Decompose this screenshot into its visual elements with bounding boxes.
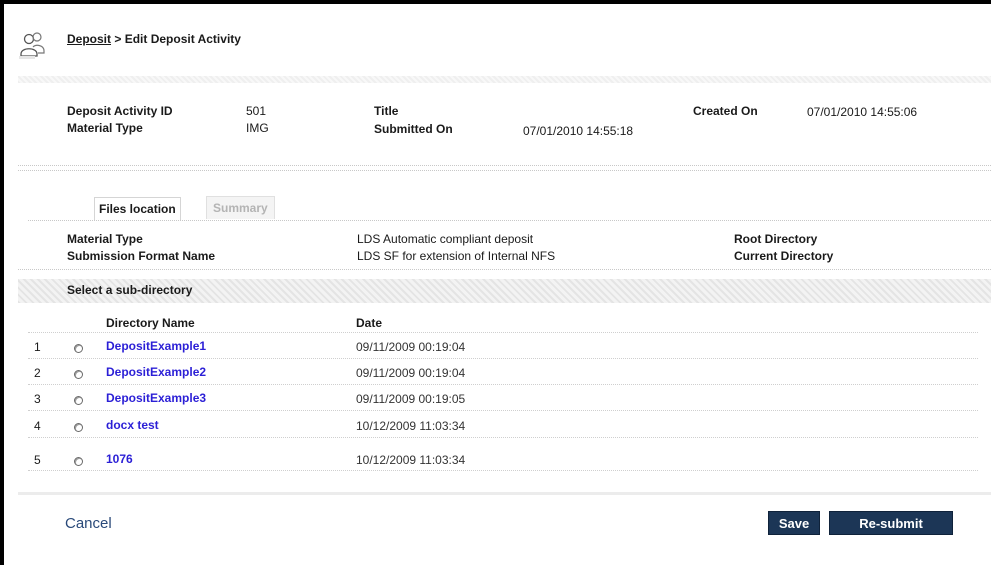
directory-date: 09/11/2009 00:19:04	[356, 366, 466, 380]
row-divider	[28, 384, 978, 385]
column-header-directory-name: Directory Name	[106, 316, 195, 330]
row-radio[interactable]	[74, 370, 83, 379]
info-divider	[18, 165, 991, 166]
subdirectory-title: Select a sub-directory	[67, 283, 193, 297]
submitted-on-label: Submitted On	[374, 122, 453, 136]
column-header-date: Date	[356, 316, 383, 330]
row-number: 5	[34, 453, 41, 467]
directory-link[interactable]: 1076	[106, 452, 133, 466]
resubmit-button[interactable]: Re-submit	[829, 511, 953, 535]
current-directory-label: Current Directory	[734, 249, 834, 263]
row-divider	[28, 470, 978, 471]
directory-link[interactable]: DepositExample2	[106, 365, 206, 379]
row-number: 3	[34, 392, 41, 406]
info-material-type-label: Material Type	[67, 121, 143, 135]
fl-submission-format-value: LDS SF for extension of Internal NFS	[357, 249, 556, 263]
window-frame-left	[0, 0, 4, 565]
directory-link[interactable]: docx test	[106, 418, 159, 432]
directory-link[interactable]: DepositExample1	[106, 339, 206, 353]
tab-divider	[28, 220, 991, 221]
deposit-activity-id-value: 501	[246, 104, 267, 118]
title-label: Title	[374, 104, 399, 118]
row-divider	[28, 437, 978, 438]
fl-material-type-label: Material Type	[67, 232, 143, 246]
directory-date: 09/11/2009 00:19:05	[356, 392, 466, 406]
save-button[interactable]: Save	[768, 511, 820, 535]
tab-files-location[interactable]: Files location	[94, 197, 181, 220]
fl-submission-format-label: Submission Format Name	[67, 249, 216, 263]
row-number: 1	[34, 340, 41, 354]
fl-material-type-value: LDS Automatic compliant deposit	[357, 232, 534, 246]
root-directory-label: Root Directory	[734, 232, 818, 246]
row-divider	[28, 358, 978, 359]
header-divider	[18, 76, 991, 83]
info-divider-2	[18, 170, 991, 171]
breadcrumb-link-deposit[interactable]: Deposit	[67, 32, 111, 46]
breadcrumb-separator: >	[111, 32, 125, 46]
tab-summary[interactable]: Summary	[206, 196, 275, 219]
info-material-type-value: IMG	[246, 121, 269, 135]
cancel-link[interactable]: Cancel	[65, 515, 112, 532]
row-number: 2	[34, 366, 41, 380]
directory-date: 10/12/2009 11:03:34	[356, 453, 466, 467]
row-number: 4	[34, 419, 41, 433]
deposit-activity-id-label: Deposit Activity ID	[67, 104, 173, 118]
table-header-divider	[28, 332, 978, 333]
submitted-on-value: 07/01/2010 14:55:18	[523, 124, 634, 138]
files-location-divider	[18, 269, 991, 270]
row-radio[interactable]	[74, 344, 83, 353]
breadcrumb: Deposit > Edit Deposit Activity	[67, 32, 241, 46]
created-on-value: 07/01/2010 14:55:06	[807, 105, 918, 119]
row-radio[interactable]	[74, 457, 83, 466]
users-icon	[19, 32, 45, 59]
directory-link[interactable]: DepositExample3	[106, 391, 206, 405]
row-radio[interactable]	[74, 396, 83, 405]
row-divider	[28, 410, 978, 411]
footer-divider	[18, 492, 991, 495]
row-radio[interactable]	[74, 423, 83, 432]
directory-date: 10/12/2009 11:03:34	[356, 419, 466, 433]
window-frame-top	[0, 0, 991, 4]
breadcrumb-current: Edit Deposit Activity	[124, 32, 241, 46]
created-on-label: Created On	[693, 104, 758, 118]
directory-date: 09/11/2009 00:19:04	[356, 340, 466, 354]
